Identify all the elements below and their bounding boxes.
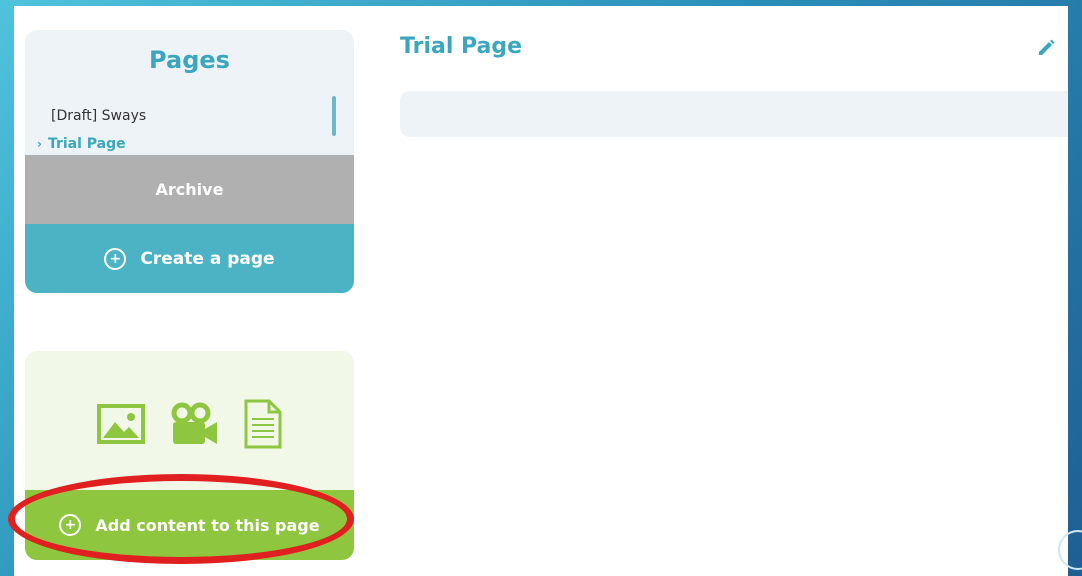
page-item-draft-sways[interactable]: [Draft] Sways — [37, 102, 337, 130]
add-content-button[interactable]: + Add content to this page — [25, 490, 354, 560]
plus-circle-icon: + — [59, 514, 82, 536]
archive-button-label: Archive — [155, 180, 224, 199]
pages-panel: Pages [Draft] Sways › Trial Page Archive … — [25, 30, 354, 293]
page-list-scrollbar[interactable] — [332, 96, 336, 136]
pencil-edit-icon[interactable] — [1036, 38, 1056, 62]
sway-editor-window: Pages [Draft] Sways › Trial Page Archive … — [14, 6, 1068, 576]
add-content-label: Add content to this page — [95, 515, 320, 535]
chevron-right-icon: › — [37, 137, 42, 151]
video-camera-icon[interactable] — [169, 402, 219, 450]
archive-button[interactable]: Archive — [25, 155, 354, 224]
create-page-button[interactable]: + Create a page — [25, 224, 354, 293]
image-icon[interactable] — [96, 404, 145, 448]
content-card[interactable] — [400, 91, 1068, 137]
plus-circle-icon: + — [104, 247, 127, 270]
page-item-trial-page[interactable]: › Trial Page — [37, 130, 337, 158]
add-content-panel: + Add content to this page — [25, 351, 354, 560]
page-list: [Draft] Sways › Trial Page — [37, 102, 337, 158]
page-item-label: [Draft] Sways — [51, 108, 147, 124]
document-icon[interactable] — [243, 399, 283, 453]
media-icons — [25, 399, 354, 453]
page-item-label: Trial Page — [47, 136, 126, 152]
page-title: Trial Page — [400, 34, 523, 59]
create-page-label: Create a page — [140, 248, 275, 269]
pages-title: Pages — [149, 46, 230, 74]
